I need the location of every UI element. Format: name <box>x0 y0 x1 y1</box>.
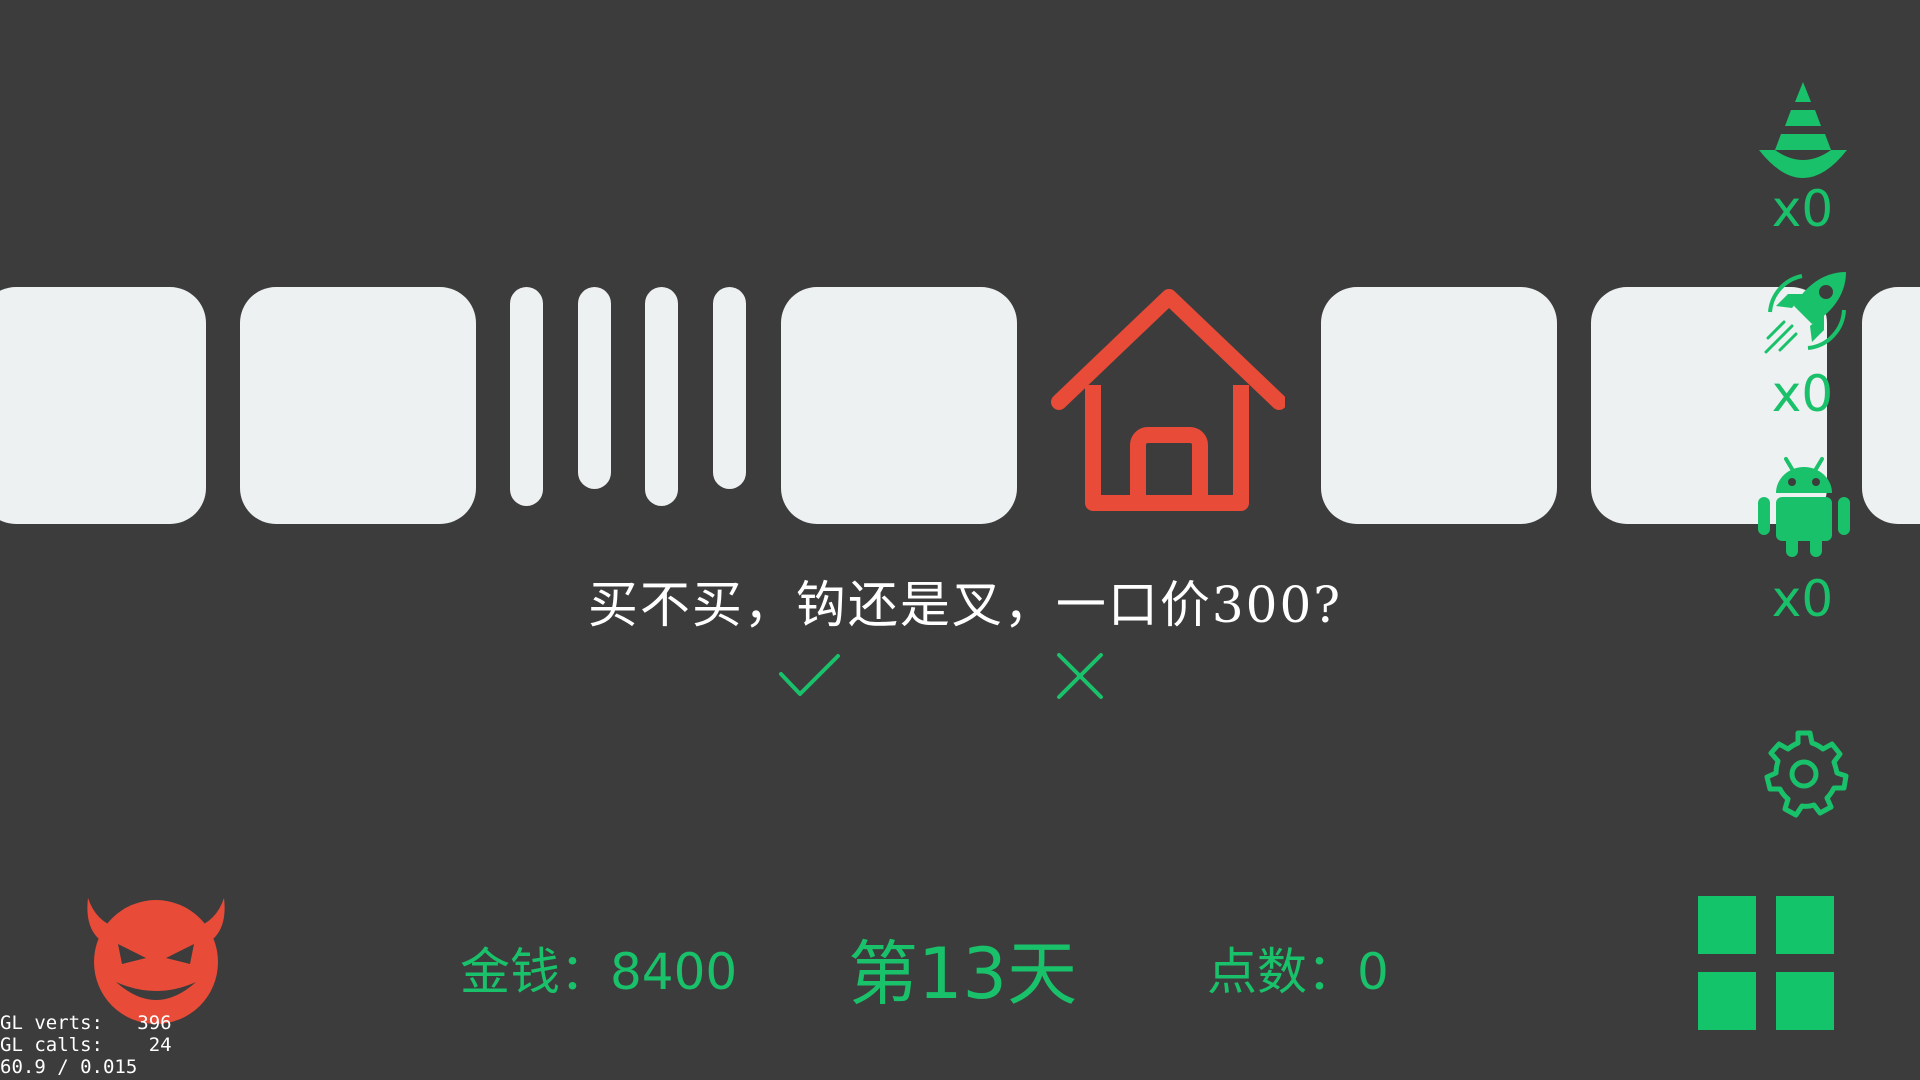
board-bar <box>578 287 611 489</box>
debug-fps: 60.9 / 0.015 <box>0 1056 138 1078</box>
game-board: 买不买，钩还是叉，一口价300? x0 x0 x0 金钱：8400 第13天 点… <box>0 0 1920 1080</box>
grid-cell <box>1698 972 1756 1030</box>
board-tile <box>1862 287 1920 524</box>
day-label: 第13天 <box>848 933 1078 1015</box>
debug-gl-calls: GL calls: 24 <box>0 1034 172 1056</box>
android-count: x0 <box>1771 570 1834 628</box>
house-icon <box>1051 289 1285 511</box>
board-bar <box>645 287 678 506</box>
board-bar <box>713 287 746 489</box>
cone-count: x0 <box>1771 180 1834 238</box>
board-tile <box>240 287 476 524</box>
traffic-cone-icon[interactable] <box>1755 78 1851 178</box>
grid-menu-icon[interactable] <box>1698 896 1836 1030</box>
debug-gl-verts: GL verts: 396 <box>0 1012 172 1034</box>
check-icon[interactable] <box>778 652 842 698</box>
android-robot-icon[interactable] <box>1752 455 1856 559</box>
rocket-count: x0 <box>1771 365 1834 423</box>
purchase-question: 买不买，钩还是叉，一口价300? <box>587 576 1343 634</box>
board-bar <box>510 287 543 506</box>
board-tile <box>0 287 206 524</box>
x-icon[interactable] <box>1055 651 1105 701</box>
board-tile <box>781 287 1017 524</box>
points-label: 点数：0 <box>1207 943 1389 1001</box>
grid-cell <box>1776 972 1834 1030</box>
rocket-icon[interactable] <box>1762 266 1852 356</box>
grid-cell <box>1698 896 1756 954</box>
devil-face-icon <box>87 898 225 1024</box>
gear-icon[interactable] <box>1758 727 1850 819</box>
grid-cell <box>1776 896 1834 954</box>
money-label: 金钱：8400 <box>460 943 738 1001</box>
board-tile <box>1321 287 1557 524</box>
